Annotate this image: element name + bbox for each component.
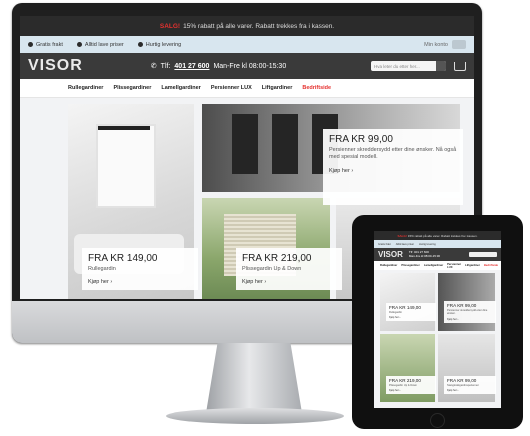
product-price: FRA KR 99,00: [329, 134, 393, 145]
monitor-base: [166, 408, 344, 424]
sale-banner: SALG! 15% rabatt på alle varer. Rabatt t…: [20, 16, 474, 36]
nav-item-business[interactable]: Bedriftside: [302, 85, 331, 91]
tablet-logo[interactable]: VISOR: [378, 250, 403, 259]
product-card: FRA KR 149,00 Rullegardin Kjøp her ›: [82, 248, 198, 291]
tablet-screen: SALG! 15% rabatt på alle varer. Rabatt t…: [374, 231, 501, 408]
nav-item[interactable]: Liftgardiner: [262, 85, 293, 91]
product-price: FRA KR 149,00: [88, 253, 158, 264]
tablet-header: VISOR Tlf: 401 27 600 Man-Fre kl 08:00-1…: [374, 248, 501, 261]
product-price: FRA KR 219,00: [242, 253, 312, 264]
product-desc: Rullegardin: [88, 266, 116, 272]
phone-info: ✆ Tlf: 401 27 600 Man-Fre kl 08:00-15:30: [150, 62, 287, 71]
phone-icon: ✆: [150, 63, 157, 70]
usp-item: Gratis frakt: [28, 42, 63, 48]
window-image: [96, 124, 156, 208]
check-icon: [137, 42, 143, 47]
tablet-tile[interactable]: [380, 273, 435, 331]
tablet-product-grid: FRA KR 149,00 Rullegardin Kjøp her › FRA…: [374, 270, 501, 408]
tablet-phone: Tlf: 401 27 600 Man-Fre kl 08:00-15:30: [408, 249, 441, 258]
cart-icon[interactable]: [454, 61, 466, 71]
tablet-search-input[interactable]: [469, 252, 497, 257]
nav-item[interactable]: Rullegardiner: [68, 85, 103, 91]
buy-link[interactable]: Kjøp her ›: [88, 279, 192, 285]
account-link[interactable]: Min konto: [424, 40, 466, 49]
usp-item: Hurtig levering: [137, 42, 181, 48]
buy-link[interactable]: Kjøp her ›: [329, 168, 457, 174]
site-logo[interactable]: VISOR: [28, 57, 83, 75]
tablet-product-card: FRA KR 99,00 Persienner skreddersydd ett…: [444, 301, 496, 323]
search-button[interactable]: [436, 61, 446, 71]
tablet-product-card: FRA KR 99,00 Stangtrekkgardinsperienner …: [444, 376, 496, 395]
product-desc: Persienner skreddersydd etter dine ønske…: [329, 147, 457, 161]
check-icon: [28, 42, 33, 47]
roller-blind-image: [98, 126, 150, 130]
nav-item[interactable]: Plissegardiner: [113, 85, 151, 91]
tablet-usp-bar: Gratis frakt Alltid lave priser Hurtig l…: [374, 240, 501, 248]
check-icon: [76, 42, 82, 47]
buy-link[interactable]: Kjøp her ›: [242, 279, 336, 285]
site-header: VISOR ✆ Tlf: 401 27 600 Man-Fre kl 08:00…: [20, 53, 474, 79]
tablet-nav: Rullegardiner Plissegardiner Lamellgardi…: [374, 261, 501, 270]
search-input[interactable]: Hva leter du etter her...: [371, 61, 446, 71]
product-card: FRA KR 219,00 Plissegardin Up & Down Kjø…: [236, 248, 342, 291]
phone-number[interactable]: 401 27 600: [174, 63, 209, 70]
nav-item[interactable]: Persienner LUX: [211, 85, 252, 91]
sale-label: SALG!: [159, 22, 181, 30]
opening-hours: Man-Fre kl 08:00-15:30: [213, 62, 287, 70]
tablet-sale-banner: SALG! 15% rabatt på alle varer. Rabatt t…: [374, 231, 501, 240]
product-desc: Plissegardin Up & Down: [242, 266, 302, 272]
home-button: [430, 413, 445, 428]
product-card: FRA KR 99,00 Persienner skreddersydd ett…: [323, 129, 463, 205]
account-icon: [452, 40, 466, 49]
usp-bar: Gratis frakt Alltid lave priser Hurtig l…: [20, 36, 474, 53]
monitor-stand: [206, 343, 302, 413]
usp-item: Alltid lave priser: [76, 42, 124, 48]
sale-text: 15% rabatt på alle varer. Rabatt trekkes…: [183, 22, 335, 30]
tablet-product-card: FRA KR 149,00 Rullegardin Kjøp her ›: [386, 303, 436, 322]
main-nav: Rullegardiner Plissegardiner Lamellgardi…: [20, 79, 474, 98]
nav-item[interactable]: Lamellgardiner: [161, 85, 200, 91]
tablet-product-card: FRA KR 219,00 Plissegardin Up & Down Kjø…: [386, 376, 436, 395]
